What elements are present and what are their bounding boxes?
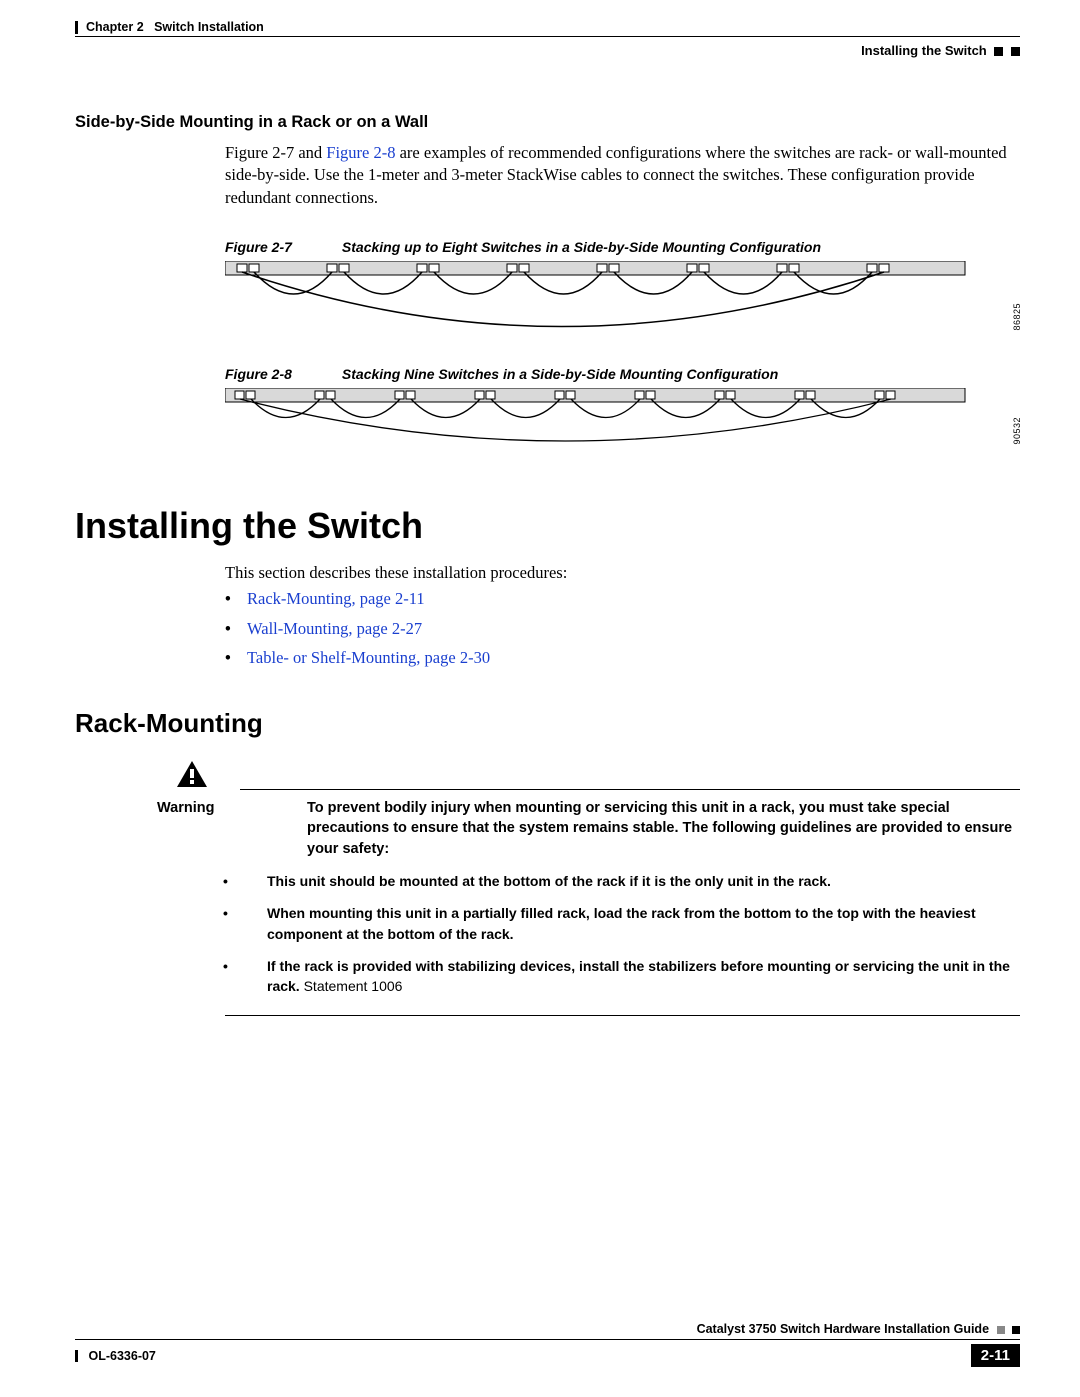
footer-square-icon (997, 1326, 1005, 1334)
figure-2-7-caption: Figure 2-7 Stacking up to Eight Switches … (225, 239, 1020, 255)
rack-mounting-heading: Rack-Mounting (75, 708, 1020, 739)
installing-heading: Installing the Switch (75, 505, 1020, 547)
link-wall-mounting[interactable]: Wall-Mounting, page 2-27 (247, 619, 422, 638)
fig28-title: Stacking Nine Switches in a Side-by-Side… (342, 366, 778, 382)
warning-top-rule (240, 789, 1020, 790)
warning-item: This unit should be mounted at the botto… (245, 871, 1020, 891)
fig27-id: 86825 (1012, 303, 1022, 331)
installing-link-list: Rack-Mounting, page 2-11 Wall-Mounting, … (225, 584, 1020, 673)
warning-item-text: When mounting this unit in a partially f… (267, 905, 976, 941)
page-number: 2-11 (971, 1344, 1020, 1367)
figure-2-8-diagram: 90532 (225, 388, 1020, 450)
link-rack-mounting[interactable]: Rack-Mounting, page 2-11 (247, 589, 425, 608)
warning-list: This unit should be mounted at the botto… (245, 871, 1020, 996)
link-table-shelf-mounting[interactable]: Table- or Shelf-Mounting, page 2-30 (247, 648, 490, 667)
running-title: Installing the Switch (861, 43, 987, 58)
header-square-icon (1011, 47, 1020, 56)
page-footer: Catalyst 3750 Switch Hardware Installati… (75, 1322, 1020, 1367)
fig28-label: Figure 2-8 (225, 366, 292, 382)
warning-icon (175, 759, 240, 794)
warning-block: Warning To prevent bodily injury when mo… (75, 759, 1020, 1015)
fig28-id: 90532 (1012, 417, 1022, 445)
warning-statement: Statement 1006 (300, 978, 403, 994)
warning-label: Warning (75, 798, 307, 859)
fig27-title: Stacking up to Eight Switches in a Side-… (342, 239, 821, 255)
figure-2-8-caption: Figure 2-8 Stacking Nine Switches in a Si… (225, 366, 1020, 382)
header-bar-icon (75, 21, 78, 34)
chapter-header: Chapter 2 Switch Installation (75, 20, 1020, 37)
text-pre: Figure 2-7 and (225, 143, 326, 162)
figure-2-7-diagram: 86825 (225, 261, 1020, 336)
footer-square-icon (1012, 1326, 1020, 1334)
chapter-label: Chapter 2 (86, 20, 144, 34)
footer-doc-number: OL-6336-07 (88, 1349, 155, 1363)
sidebyside-paragraph: Figure 2-7 and Figure 2-8 are examples o… (225, 142, 1020, 209)
figure-2-8-link[interactable]: Figure 2-8 (326, 143, 395, 162)
warning-item-text: This unit should be mounted at the botto… (267, 873, 831, 889)
warning-text: To prevent bodily injury when mounting o… (307, 798, 1020, 859)
running-header: Installing the Switch (75, 37, 1020, 58)
section-heading-sidebyside: Side-by-Side Mounting in a Rack or on a … (75, 113, 1020, 132)
footer-guide-title: Catalyst 3750 Switch Hardware Installati… (697, 1322, 989, 1336)
header-square-icon (994, 47, 1003, 56)
fig27-label: Figure 2-7 (225, 239, 292, 255)
chapter-title: Switch Installation (154, 20, 264, 34)
installing-intro: This section describes these installatio… (225, 562, 1020, 584)
warning-item: When mounting this unit in a partially f… (245, 903, 1020, 944)
footer-bar-icon (75, 1350, 78, 1362)
warning-bottom-rule (225, 1015, 1020, 1016)
warning-item: If the rack is provided with stabilizing… (245, 956, 1020, 997)
